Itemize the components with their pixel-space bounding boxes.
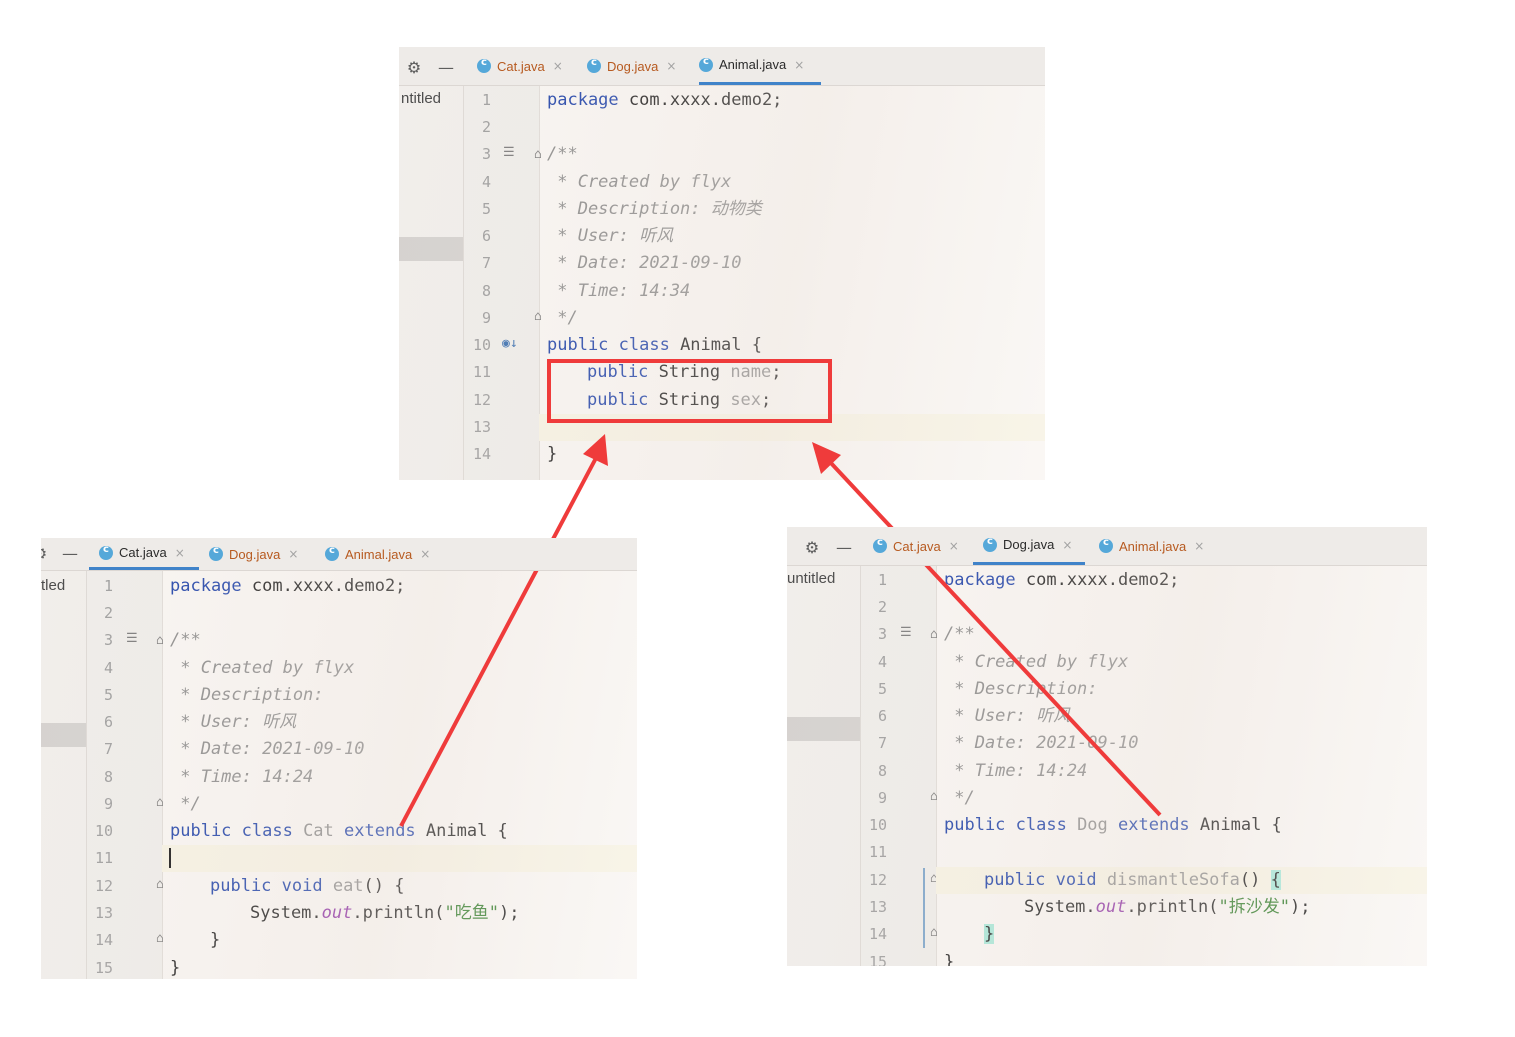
cat-to-animal-arrow <box>399 457 598 827</box>
close-icon[interactable]: × <box>288 547 298 561</box>
java-class-icon <box>477 57 491 73</box>
tab-bar: ⚙ — Cat.java × Dog.java × Animal.java × <box>41 538 637 571</box>
tab-animal-java[interactable]: Animal.java × <box>325 538 430 570</box>
close-icon[interactable]: × <box>1194 539 1204 553</box>
java-class-icon <box>587 57 601 73</box>
tab-bar: ⚙ — Cat.java × Dog.java × Animal.java × <box>399 47 1045 86</box>
tab-dog-java[interactable]: Dog.java × <box>587 47 676 85</box>
java-class-icon <box>325 545 339 561</box>
tab-label: Cat.java <box>119 545 167 560</box>
close-icon[interactable]: × <box>1062 538 1072 552</box>
minus-icon[interactable]: — <box>437 59 455 77</box>
tab-animal-java[interactable]: Animal.java × <box>699 47 821 85</box>
java-class-icon <box>873 537 887 553</box>
dog-to-animal-arrow <box>828 460 1162 817</box>
tab-animal-java[interactable]: Animal.java × <box>1099 527 1204 565</box>
java-class-icon <box>99 544 113 560</box>
tab-cat-java[interactable]: Cat.java × <box>873 527 959 565</box>
gear-icon[interactable]: ⚙ <box>405 59 423 77</box>
close-icon[interactable]: × <box>175 546 185 560</box>
tab-label: Dog.java <box>607 58 659 74</box>
tab-cat-java[interactable]: Cat.java × <box>89 538 199 570</box>
tab-dog-java[interactable]: Dog.java × <box>209 538 298 570</box>
inheritance-arrows <box>399 434 1162 827</box>
close-icon[interactable]: × <box>420 547 430 561</box>
java-class-icon <box>699 56 713 72</box>
close-icon[interactable]: × <box>949 539 959 553</box>
tab-label: Dog.java <box>1003 537 1055 552</box>
tab-label: Cat.java <box>497 58 545 74</box>
java-class-icon <box>209 545 223 561</box>
minus-icon[interactable]: — <box>61 545 79 563</box>
tab-label: Animal.java <box>345 546 413 562</box>
gear-icon[interactable]: ⚙ <box>41 545 49 563</box>
tab-bar: ⚙ — Cat.java × Dog.java × Animal.java × <box>787 527 1427 566</box>
tab-label: Animal.java <box>719 57 787 72</box>
minus-icon[interactable]: — <box>835 539 853 557</box>
close-icon[interactable]: × <box>666 59 676 73</box>
tab-label: Animal.java <box>1119 538 1187 554</box>
close-icon[interactable]: × <box>553 59 563 73</box>
java-class-icon <box>983 536 997 552</box>
close-icon[interactable]: × <box>794 58 804 72</box>
tab-cat-java[interactable]: Cat.java × <box>477 47 563 85</box>
tab-dog-java[interactable]: Dog.java × <box>973 527 1085 565</box>
java-class-icon <box>1099 537 1113 553</box>
tab-label: Dog.java <box>229 546 281 562</box>
gear-icon[interactable]: ⚙ <box>803 539 821 557</box>
tab-label: Cat.java <box>893 538 941 554</box>
